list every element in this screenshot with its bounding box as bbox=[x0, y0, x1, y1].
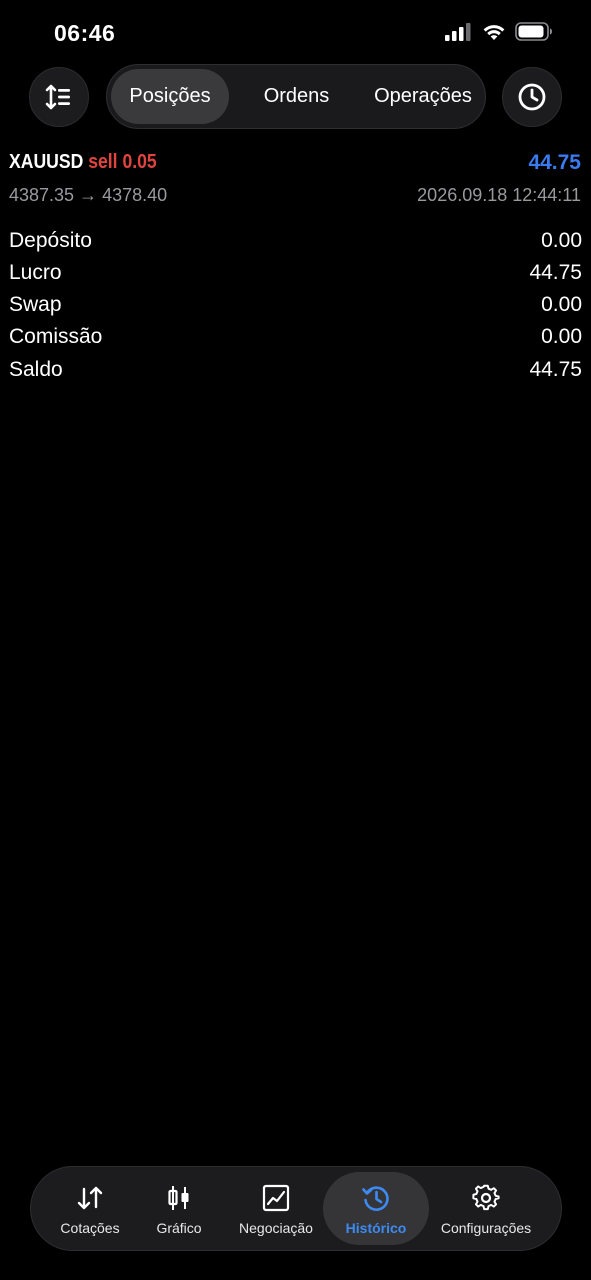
summary-value: 44.75 bbox=[529, 261, 582, 284]
candlestick-icon bbox=[168, 1186, 189, 1210]
trade-datetime: 2026.09.18 12:44:11 bbox=[417, 185, 581, 205]
signal-icon bbox=[445, 22, 471, 41]
nav-label: Histórico bbox=[345, 1220, 407, 1236]
summary-value: 0.00 bbox=[541, 325, 582, 348]
trade-open-price: 4387.35 bbox=[9, 185, 75, 205]
gear-icon bbox=[472, 1184, 500, 1211]
summary-row-comissao: Comissão 0.00 bbox=[9, 325, 582, 357]
nav-label: Cotações bbox=[60, 1220, 120, 1236]
nav-item-historico[interactable]: Histórico bbox=[323, 1167, 429, 1250]
nav-label: Gráfico bbox=[156, 1220, 202, 1236]
summary-label: Comissão bbox=[9, 325, 103, 348]
arrow-right-icon: → bbox=[79, 185, 98, 205]
summary-label: Lucro bbox=[9, 261, 62, 284]
tab-segment-control: Posições Ordens Operações bbox=[106, 64, 486, 129]
quotes-arrows-icon bbox=[77, 1186, 103, 1210]
status-bar: 06:46 bbox=[0, 0, 591, 62]
nav-item-configuracoes[interactable]: Configurações bbox=[431, 1167, 541, 1250]
nav-item-negociacao[interactable]: Negociação bbox=[229, 1167, 323, 1250]
summary-row-swap: Swap 0.00 bbox=[9, 293, 582, 325]
status-time: 06:46 bbox=[54, 20, 116, 46]
nav-item-cotacoes[interactable]: Cotações bbox=[45, 1167, 135, 1250]
summary-value: 0.00 bbox=[541, 293, 582, 316]
sort-icon bbox=[45, 84, 70, 110]
tab-operacoes[interactable]: Operações bbox=[362, 65, 484, 128]
history-icon bbox=[362, 1186, 389, 1211]
nav-label: Configurações bbox=[440, 1220, 532, 1236]
summary-value: 0.00 bbox=[541, 229, 582, 252]
summary-row-lucro: Lucro 44.75 bbox=[9, 261, 582, 293]
wifi-icon bbox=[483, 24, 505, 40]
trade-close-price: 4378.40 bbox=[102, 185, 168, 205]
trade-symbol: XAUUSD bbox=[9, 151, 84, 173]
trade-prices: 4387.35 → 4378.40 bbox=[9, 185, 167, 206]
nav-item-grafico[interactable]: Gráfico bbox=[139, 1167, 219, 1250]
nav-label: Negociação bbox=[239, 1220, 313, 1236]
battery-icon bbox=[515, 22, 552, 41]
summary-label: Saldo bbox=[9, 358, 63, 381]
summary-value: 44.75 bbox=[529, 358, 582, 381]
summary-label: Swap bbox=[9, 293, 62, 316]
trade-chart-icon bbox=[262, 1184, 290, 1212]
period-button[interactable] bbox=[502, 67, 562, 127]
sort-button[interactable] bbox=[29, 67, 89, 127]
summary-row-saldo: Saldo 44.75 bbox=[9, 358, 582, 390]
summary-row-deposito: Depósito 0.00 bbox=[9, 229, 582, 261]
trade-profit: 44.75 bbox=[528, 151, 581, 174]
summary-label: Depósito bbox=[9, 229, 92, 252]
clock-icon bbox=[518, 83, 546, 111]
tab-ordens[interactable]: Ordens bbox=[239, 65, 354, 128]
trade-title: XAUUSD sell 0.05 bbox=[9, 151, 157, 174]
history-screen: 06:46 Posições Ordens Operações XAUUSD s… bbox=[0, 0, 591, 1280]
tab-posicoes[interactable]: Posições bbox=[111, 65, 229, 128]
status-icons bbox=[445, 22, 553, 41]
trade-side-volume: sell 0.05 bbox=[88, 151, 157, 173]
bottom-nav: Cotações Gráfico Negociação Histórico Co… bbox=[30, 1166, 562, 1251]
